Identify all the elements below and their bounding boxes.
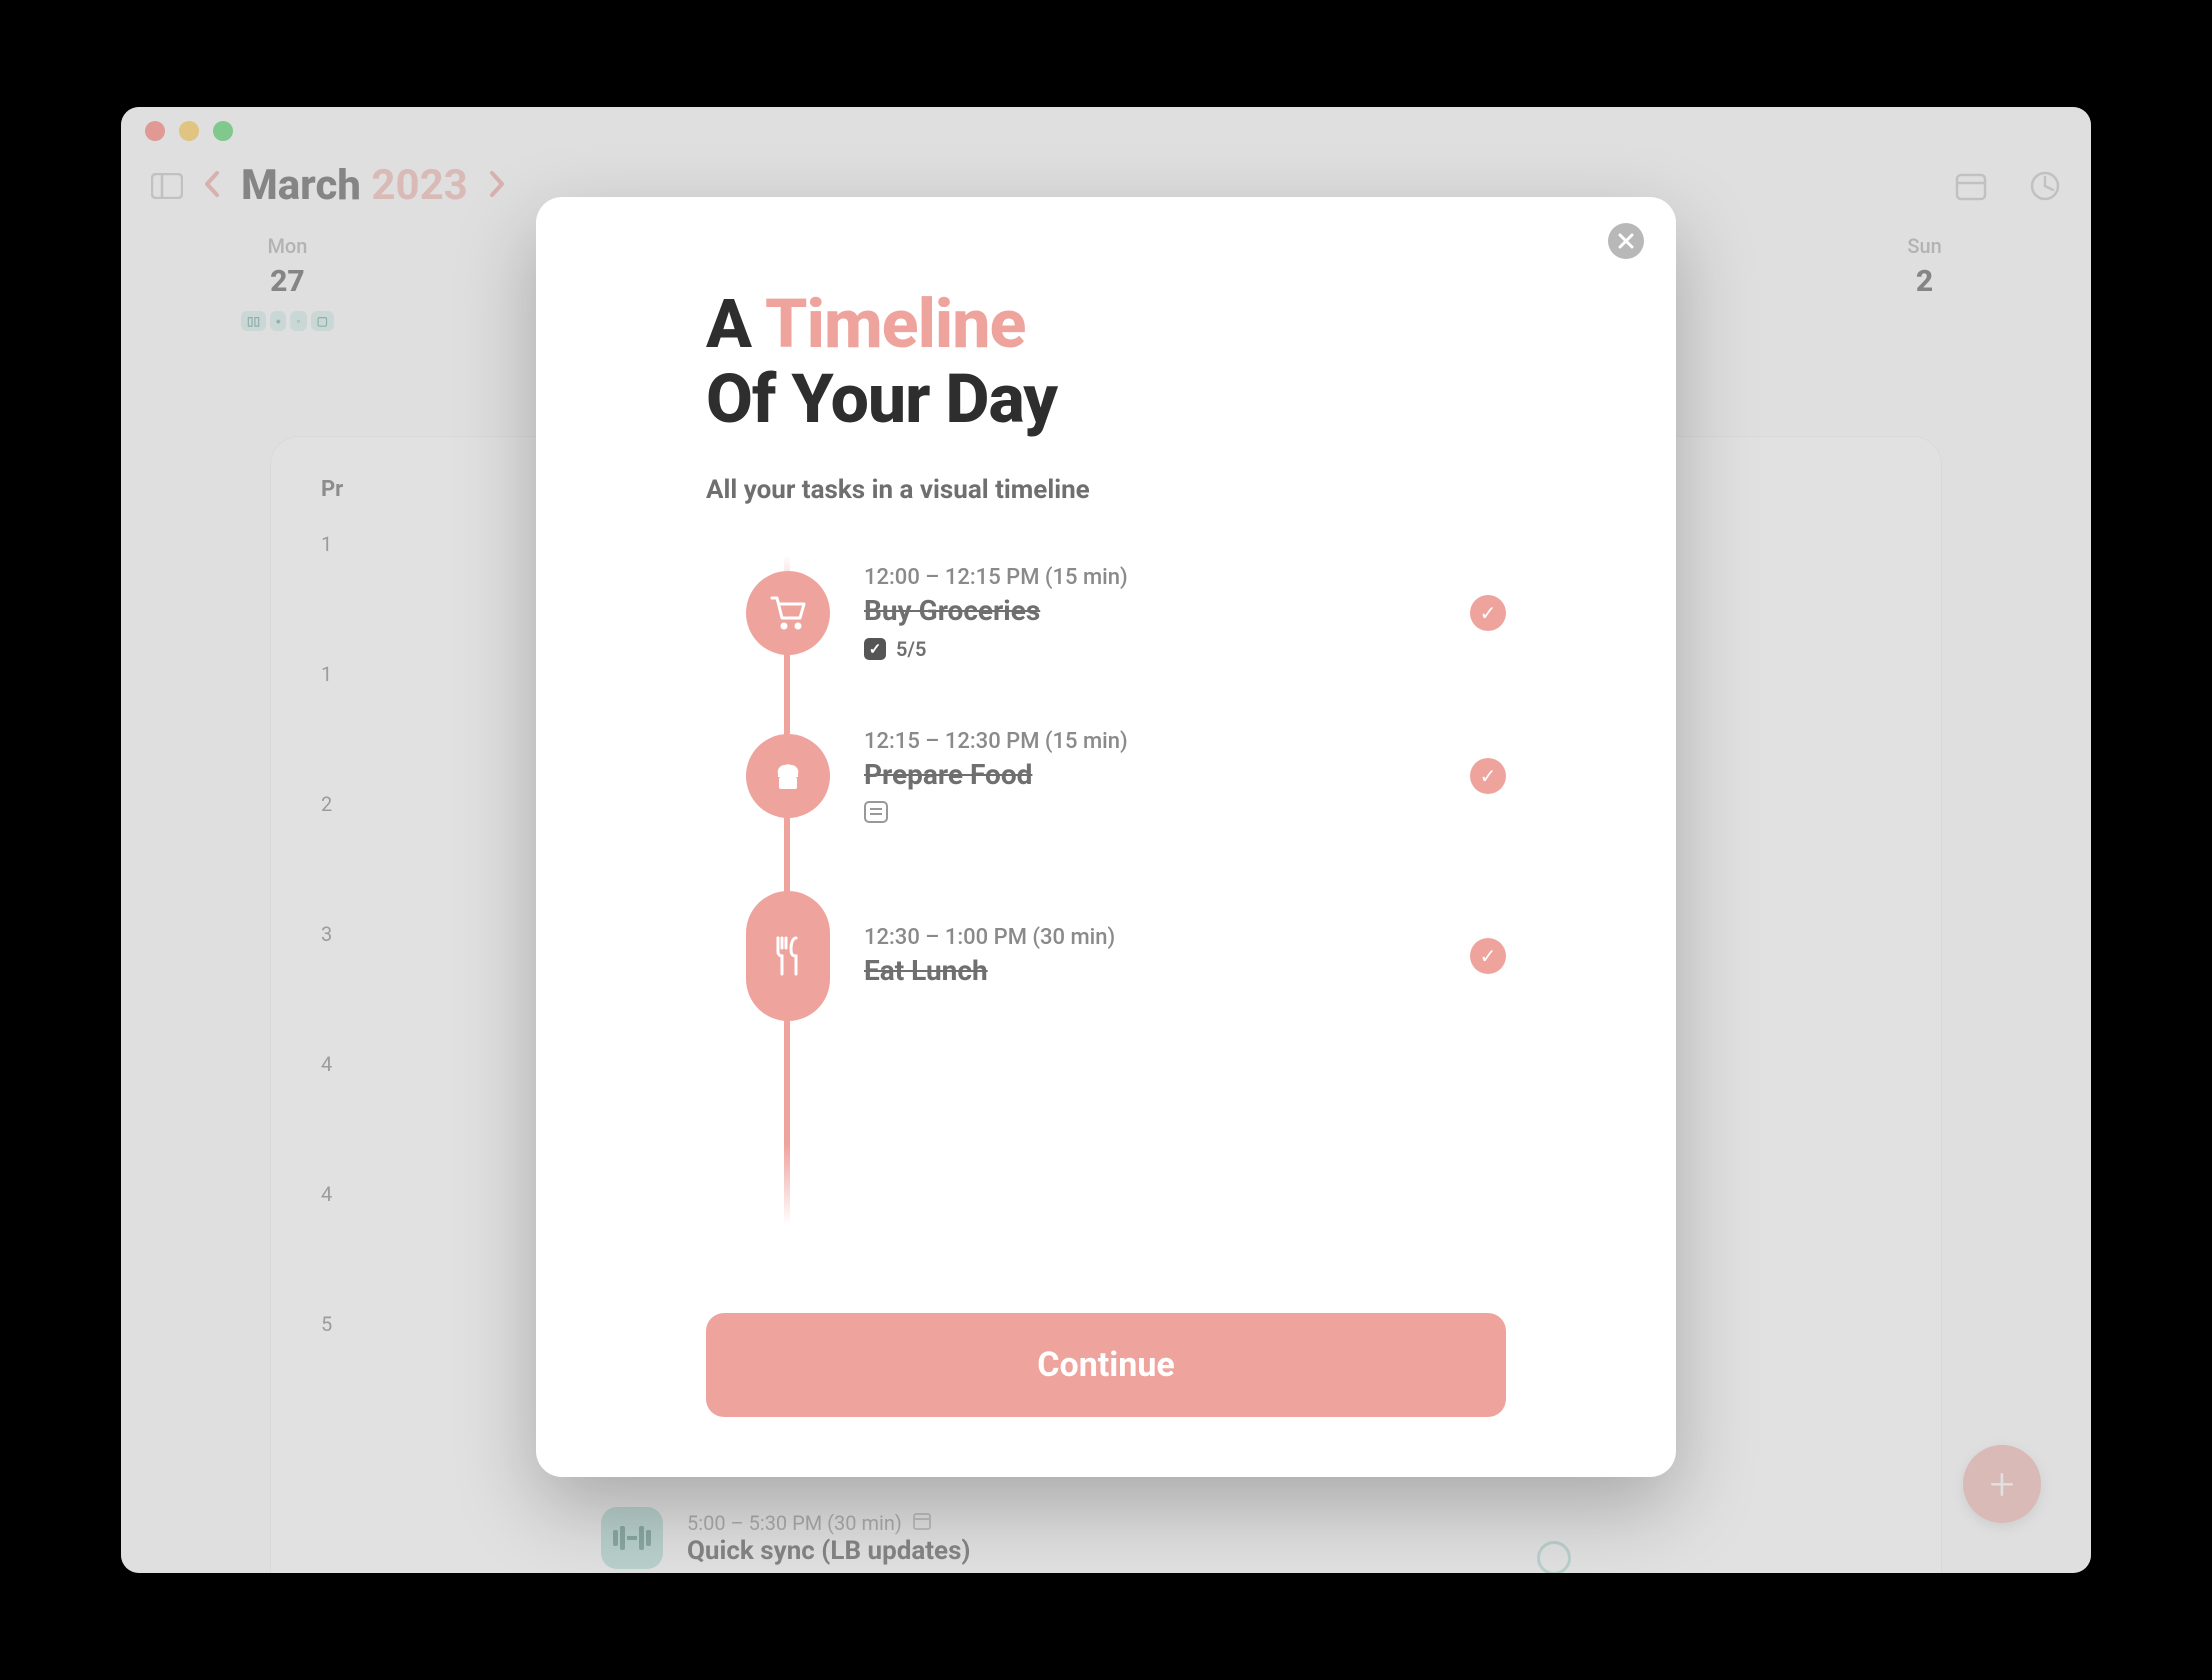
done-check-icon: ✓	[1470, 595, 1506, 631]
timeline-item-time: 12:30 – 1:00 PM (30 min)	[864, 925, 1450, 950]
timeline-item-time: 12:15 – 12:30 PM (15 min)	[864, 729, 1450, 754]
continue-button[interactable]: Continue	[706, 1313, 1506, 1417]
note-icon	[864, 801, 888, 823]
checklist-icon: ✓	[864, 638, 886, 660]
timeline-illustration: 12:00 – 12:15 PM (15 min) Buy Groceries ✓5…	[706, 565, 1506, 1165]
cart-icon	[746, 571, 830, 655]
utensils-icon	[746, 891, 830, 1021]
done-check-icon: ✓	[1470, 938, 1506, 974]
app-window: March 2023 Mon27▯▯⬩◦▢Tue28✓▢Wed1Thu2Fri3…	[121, 107, 2091, 1573]
timeline-item-title: Prepare Food	[864, 758, 1450, 791]
timeline-item-meta	[864, 801, 1450, 823]
timeline-item: 12:00 – 12:15 PM (15 min) Buy Groceries ✓5…	[746, 565, 1506, 661]
modal-backdrop[interactable]: A Timeline Of Your Day All your tasks in…	[121, 107, 2091, 1573]
onboarding-modal: A Timeline Of Your Day All your tasks in…	[536, 197, 1676, 1477]
chef-icon	[746, 734, 830, 818]
timeline-item: 12:30 – 1:00 PM (30 min) Eat Lunch ✓	[746, 891, 1506, 1021]
timeline-item: 12:15 – 12:30 PM (15 min) Prepare Food ✓	[746, 729, 1506, 823]
timeline-item-meta: ✓5/5	[864, 637, 1450, 661]
timeline-item-title: Eat Lunch	[864, 954, 1450, 987]
timeline-item-title: Buy Groceries	[864, 594, 1450, 627]
timeline-item-time: 12:00 – 12:15 PM (15 min)	[864, 565, 1450, 590]
modal-headline: A Timeline Of Your Day	[706, 287, 1506, 437]
done-check-icon: ✓	[1470, 758, 1506, 794]
close-modal-button[interactable]	[1608, 223, 1644, 259]
modal-subtitle: All your tasks in a visual timeline	[706, 475, 1506, 505]
